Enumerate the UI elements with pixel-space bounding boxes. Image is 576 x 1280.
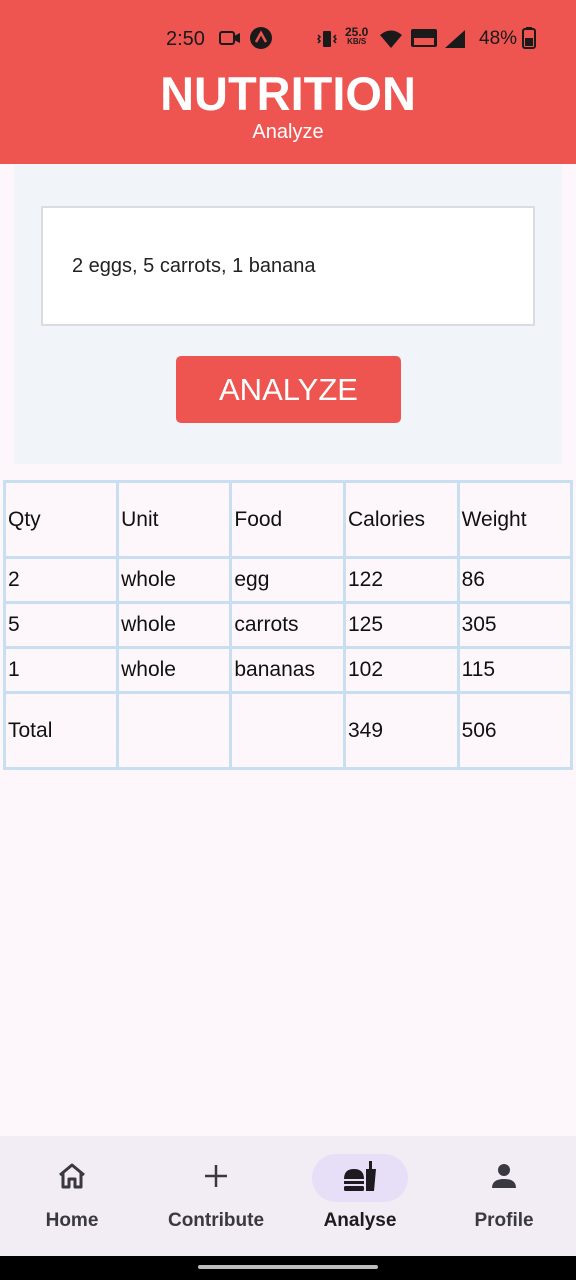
table-cell: 125: [343, 601, 460, 649]
nav-item-contribute[interactable]: Contribute: [144, 1136, 288, 1256]
nav-label-profile: Profile: [474, 1210, 534, 1231]
table-cell: 349: [343, 691, 460, 770]
table-row: 1 whole bananas 102 115: [2, 646, 574, 694]
home-icon: [57, 1162, 87, 1195]
table-header-cell: Qty: [2, 480, 120, 559]
nav-label-home: Home: [45, 1210, 99, 1231]
nav-icon-wrap: [24, 1154, 120, 1202]
volte-icon: [410, 28, 438, 54]
table-cell: [116, 691, 233, 770]
food-input[interactable]: [41, 206, 535, 326]
table-header-cell: Weight: [456, 480, 574, 559]
table-cell: bananas: [229, 646, 346, 694]
gesture-handle[interactable]: [198, 1265, 378, 1269]
network-speed: 25.0 KB/S: [345, 25, 369, 47]
table-cell: 506: [456, 691, 574, 770]
table-header-cell: Calories: [343, 480, 460, 559]
table-cell: 102: [343, 646, 460, 694]
table-row: 5 whole carrots 125 305: [2, 601, 574, 649]
network-speed-value: 25.0: [345, 25, 369, 39]
table-cell: 305: [456, 601, 574, 649]
nav-icon-wrap: [456, 1154, 552, 1202]
nav-item-analyse[interactable]: Analyse: [288, 1136, 432, 1256]
nav-item-home[interactable]: Home: [0, 1136, 144, 1256]
nutrition-table: Qty Unit Food Calories Weight 2 whole eg…: [2, 480, 574, 770]
table-cell: 2: [2, 556, 120, 604]
wifi-icon: [379, 29, 403, 55]
status-bar: 2:50 25.0 KB/S 48%: [0, 24, 576, 54]
table-cell: [229, 691, 346, 770]
table-cell: 5: [2, 601, 120, 649]
table-cell: whole: [116, 556, 233, 604]
table-cell: 86: [456, 556, 574, 604]
table-cell: egg: [229, 556, 346, 604]
table-cell: carrots: [229, 601, 346, 649]
nav-icon-wrap: [168, 1154, 264, 1202]
vibrate-icon: [316, 30, 338, 54]
table-header-cell: Unit: [116, 480, 233, 559]
app-status-icon: [249, 26, 273, 56]
system-nav-bar: [0, 1256, 576, 1280]
table-cell: whole: [116, 646, 233, 694]
table-cell: 1: [2, 646, 120, 694]
signal-icon: [444, 29, 466, 55]
status-time: 2:50: [166, 28, 205, 50]
analyze-form: ANALYZE: [14, 164, 562, 464]
page-title: NUTRITION: [160, 67, 416, 120]
table-total-row: Total 349 506: [2, 691, 574, 770]
nav-label-analyse: Analyse: [323, 1210, 397, 1231]
nav-label-contribute: Contribute: [167, 1210, 265, 1231]
camera-icon: [219, 30, 241, 52]
network-speed-unit: KB/S: [347, 37, 367, 46]
person-icon: [490, 1162, 518, 1195]
table-cell: 115: [456, 646, 574, 694]
nav-icon-wrap: [312, 1154, 408, 1202]
food-icon: [342, 1159, 378, 1198]
nav-item-profile[interactable]: Profile: [432, 1136, 576, 1256]
battery-icon: [522, 27, 536, 55]
table-cell: 122: [343, 556, 460, 604]
table-header-row: Qty Unit Food Calories Weight: [2, 480, 574, 559]
battery-percent: 48%: [479, 28, 518, 49]
plus-icon: [203, 1163, 229, 1194]
table-cell: Total: [2, 691, 120, 770]
table-cell: whole: [116, 601, 233, 649]
bottom-nav: Home Contribute Analyse Profile: [0, 1136, 576, 1256]
table-row: 2 whole egg 122 86: [2, 556, 574, 604]
app-header: 2:50 25.0 KB/S 48% NUTRITION Analyze: [0, 0, 576, 164]
table-header-cell: Food: [229, 480, 346, 559]
page-subtitle: Analyze: [252, 121, 324, 143]
analyze-button[interactable]: ANALYZE: [176, 356, 401, 423]
